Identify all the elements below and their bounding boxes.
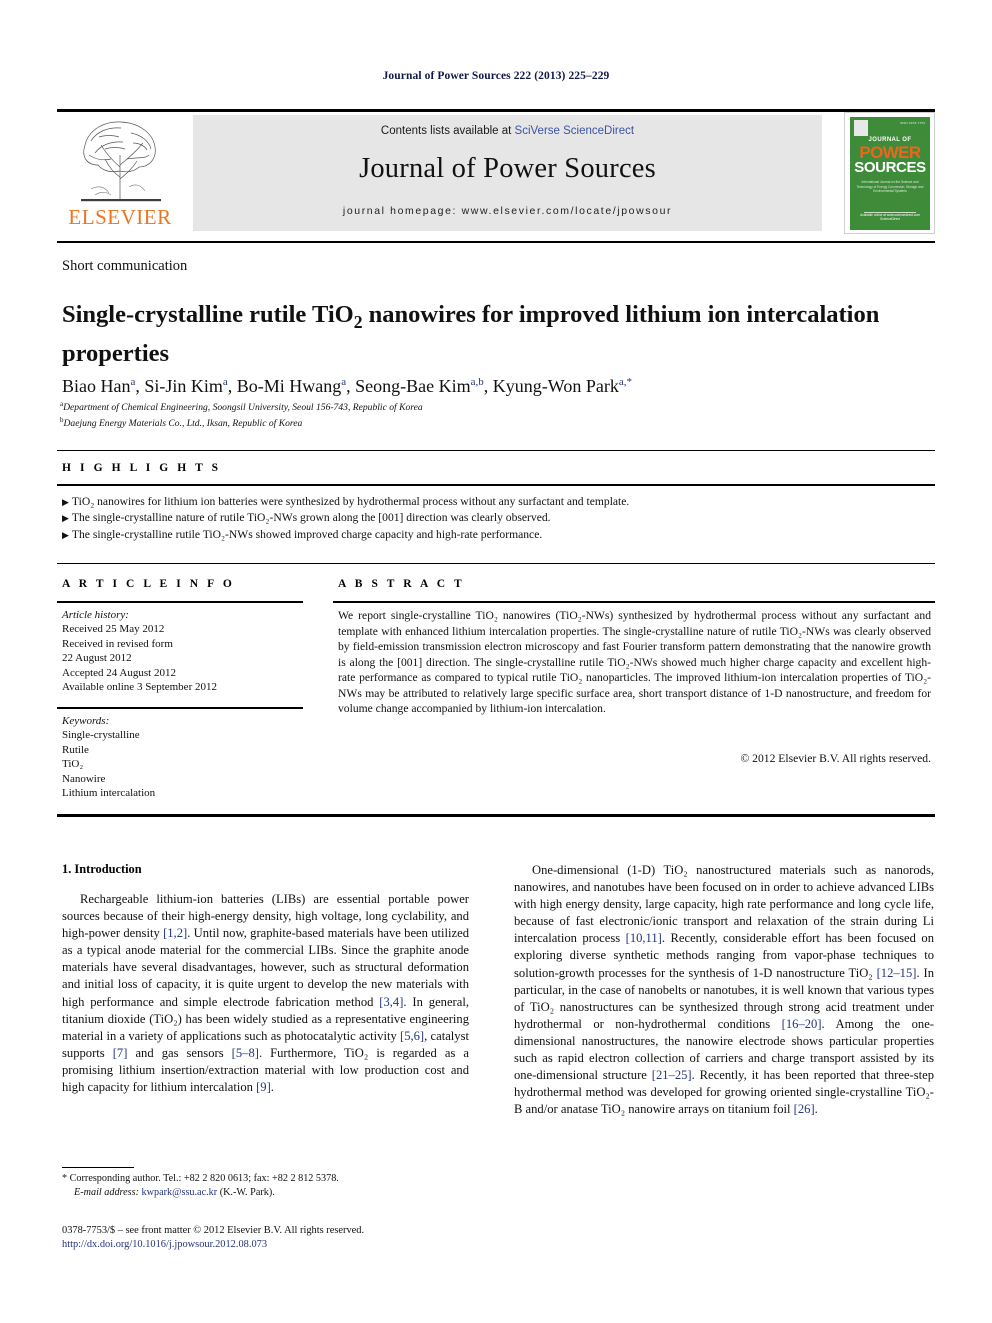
email-line: E-mail address: kwpark@ssu.ac.kr (K.-W. … xyxy=(74,1186,275,1198)
highlights-heading-rule xyxy=(57,484,935,486)
cover-line-power: POWER xyxy=(859,143,921,162)
article-info-heading: A R T I C L E I N F O xyxy=(62,578,235,590)
affiliation-list: aDepartment of Chemical Engineering, Soo… xyxy=(60,398,860,431)
citation-ref[interactable]: [26] xyxy=(794,1102,815,1116)
articleinfo-heading-rule xyxy=(57,601,303,603)
article-history-line: Received in revised form xyxy=(62,637,173,650)
footnote-rule xyxy=(62,1167,134,1168)
author-affil-marker: a xyxy=(222,376,228,388)
abstract-text: We report single-crystalline TiO₂ nanowi… xyxy=(338,609,931,715)
contents-prefix: Contents lists available at xyxy=(380,125,515,137)
author-affil-marker: a xyxy=(341,376,347,388)
article-history-label: Article history: xyxy=(62,609,129,621)
author-name: Biao Han xyxy=(62,376,131,396)
body-column-left: 1. Introduction Rechargeable lithium-ion… xyxy=(62,862,469,1096)
running-head: Journal of Power Sources 222 (2013) 225–… xyxy=(382,70,610,82)
author-name: Bo-Mi Hwang xyxy=(236,376,342,396)
article-type-label: Short communication xyxy=(62,258,188,274)
keywords-label: Keywords: xyxy=(62,715,110,727)
imprint-line: 0378-7753/$ – see front matter © 2012 El… xyxy=(62,1225,365,1236)
imprint-block: 0378-7753/$ – see front matter © 2012 El… xyxy=(62,1224,492,1252)
article-history-line: Received 25 May 2012 xyxy=(62,623,165,636)
affiliation-item: aDepartment of Chemical Engineering, Soo… xyxy=(60,400,423,414)
elsevier-logo: ELSEVIER xyxy=(57,115,183,232)
abstract-copyright: © 2012 Elsevier B.V. All rights reserved… xyxy=(740,752,931,765)
cover-subtitle: International Journal on the Science and… xyxy=(856,180,924,193)
intro-paragraph-right: One-dimensional (1-D) TiO₂ nanostructure… xyxy=(514,863,935,1117)
keyword-item: TiO₂ xyxy=(62,758,84,771)
highlights-heading: H I G H L I G H T S xyxy=(62,462,222,474)
page-title: Single-crystalline rutile TiO2 nanowires… xyxy=(62,299,930,369)
abstract-heading-rule xyxy=(333,601,935,603)
articleinfo-top-rule xyxy=(57,563,935,564)
cover-footer: Available online at www.sciencedirect.co… xyxy=(860,212,920,222)
citation-ref[interactable]: [5,6] xyxy=(400,1029,424,1043)
section-heading-introduction: 1. Introduction xyxy=(62,862,142,876)
citation-ref[interactable]: [16–20] xyxy=(782,1017,822,1031)
title-text-1: Single-crystalline rutile TiO xyxy=(62,301,354,329)
triangle-bullet-icon: ▶ xyxy=(62,529,69,540)
citation-ref[interactable]: [9] xyxy=(256,1080,271,1094)
masthead: ELSEVIER Contents lists available at Sci… xyxy=(57,112,935,234)
corresponding-author-note: * Corresponding author. Tel.: +82 2 820 … xyxy=(62,1172,472,1199)
author-affil-marker: a,b xyxy=(470,376,484,388)
highlight-item: ▶ The single-crystalline nature of rutile… xyxy=(62,511,551,525)
keywords-block: Keywords: Single-crystalline Rutile TiO₂ Nan… xyxy=(62,714,312,800)
cover-publisher-mark xyxy=(854,120,868,136)
citation-ref[interactable]: [10,11] xyxy=(626,931,662,945)
citation-ref[interactable]: [1,2] xyxy=(163,926,187,940)
articleinfo-bottom-rule xyxy=(57,814,935,817)
citation-ref[interactable]: [5–8] xyxy=(232,1046,259,1060)
sciencedirect-link[interactable]: SciVerse ScienceDirect xyxy=(515,125,635,137)
highlight-item: ▶ TiO₂ nanowires for lithium ion batterie… xyxy=(62,495,630,508)
cover-issn: ISSN 0378-7753 xyxy=(900,121,925,125)
affiliation-marker: b xyxy=(60,416,64,425)
article-history-line: Accepted 24 August 2012 xyxy=(62,666,176,679)
masthead-center-band: Contents lists available at SciVerse Sci… xyxy=(193,115,822,231)
article-history-line: 22 August 2012 xyxy=(62,652,132,665)
abstract-heading: A B S T R A C T xyxy=(338,578,465,590)
articleinfo-divider-rule xyxy=(57,707,303,709)
article-history-line: Available online 3 September 2012 xyxy=(62,681,217,694)
journal-homepage[interactable]: journal homepage: www.elsevier.com/locat… xyxy=(193,205,822,217)
author-name: Seong-Bae Kim xyxy=(355,376,471,396)
citation-ref[interactable]: [12–15] xyxy=(877,966,917,980)
keyword-item: Single-crystalline xyxy=(62,729,140,742)
keyword-item: Lithium intercalation xyxy=(62,787,156,800)
email-link[interactable]: kwpark@ssu.ac.kr xyxy=(142,1187,218,1198)
corresponding-line: * Corresponding author. Tel.: +82 2 820 … xyxy=(62,1173,339,1184)
author-name: Si-Jin Kim xyxy=(144,376,223,396)
triangle-bullet-icon: ▶ xyxy=(62,497,69,507)
affiliation-item: bDaejung Energy Materials Co., Ltd., Iks… xyxy=(60,416,303,430)
highlights-top-rule xyxy=(57,450,935,451)
author-affil-marker: a xyxy=(130,376,136,388)
keyword-item: Rutile xyxy=(62,743,89,756)
body-column-right: One-dimensional (1-D) TiO₂ nanostructure… xyxy=(514,862,934,1118)
cover-art: ISSN 0378-7753 JOURNAL OF POWER SOURCES … xyxy=(850,117,930,230)
author-name: Kyung-Won Park xyxy=(492,376,619,396)
elsevier-tree-icon xyxy=(65,115,175,205)
highlights-list: ▶ TiO₂ nanowires for lithium ion batterie… xyxy=(62,494,932,543)
elsevier-wordmark: ELSEVIER xyxy=(68,205,172,229)
journal-title: Journal of Power Sources xyxy=(359,153,656,184)
cover-line-sources: SOURCES xyxy=(854,159,926,176)
citation-ref[interactable]: [21–25] xyxy=(652,1068,692,1082)
affiliation-marker: a xyxy=(60,400,64,408)
highlight-item: ▶ The single-crystalline rutile TiO₂-NWs … xyxy=(62,527,543,541)
paper-page: Journal of Power Sources 222 (2013) 225–… xyxy=(0,0,992,1323)
journal-cover-thumbnail[interactable]: ISSN 0378-7753 JOURNAL OF POWER SOURCES … xyxy=(844,112,935,234)
article-history: Article history: Received 25 May 2012 Rece… xyxy=(62,608,312,694)
masthead-bottom-rule xyxy=(57,241,935,243)
intro-paragraph-left: Rechargeable lithium-ion batteries (LIBs… xyxy=(62,892,470,1095)
triangle-bullet-icon: ▶ xyxy=(62,513,69,524)
author-list: Biao Hana, Si-Jin Kima, Bo-Mi Hwanga, Se… xyxy=(62,376,632,396)
title-subscript: 2 xyxy=(353,312,363,333)
doi-link[interactable]: http://dx.doi.org/10.1016/j.jpowsour.201… xyxy=(62,1239,267,1250)
citation-ref[interactable]: [7] xyxy=(113,1046,128,1060)
citation-ref[interactable]: [3,4] xyxy=(379,995,403,1009)
email-label: E-mail address: xyxy=(74,1186,139,1198)
author-affil-marker: a,* xyxy=(618,376,632,388)
keyword-item: Nanowire xyxy=(62,772,106,785)
contents-line: Contents lists available at SciVerse Sci… xyxy=(193,125,822,137)
